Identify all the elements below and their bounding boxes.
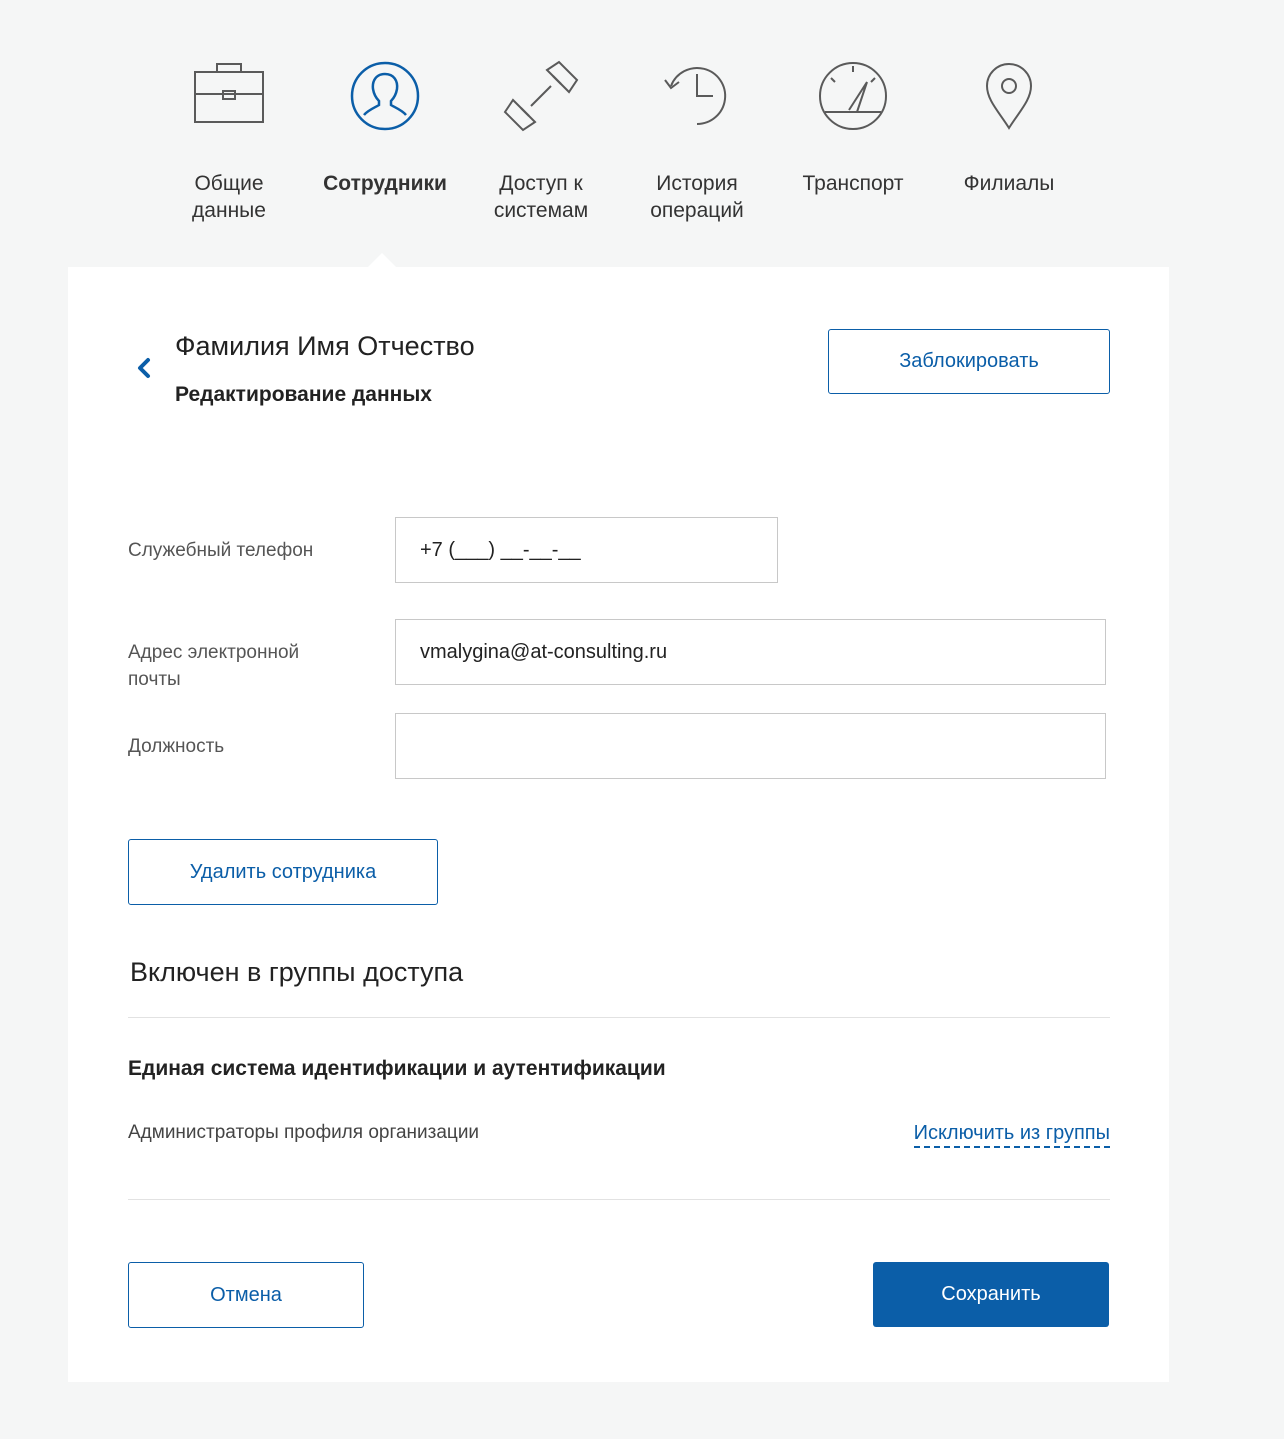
active-tab-pointer xyxy=(368,253,396,267)
exclude-from-group-link[interactable]: Исключить из группы xyxy=(913,1120,1110,1148)
group-role-name: Администраторы профиля организации xyxy=(128,1122,480,1143)
nav-item-label: Филиалы xyxy=(963,172,1055,195)
history-icon xyxy=(657,56,737,136)
speedometer-icon xyxy=(813,56,893,136)
nav-item-access[interactable]: Доступ к системам xyxy=(463,56,619,224)
nav-item-label: Сотрудники xyxy=(323,172,447,195)
nav-item-employees[interactable]: Сотрудники xyxy=(307,56,463,197)
nav-item-history[interactable]: История операций xyxy=(619,56,775,224)
delete-employee-button[interactable]: Удалить сотрудника xyxy=(128,839,438,905)
email-label: Адрес электронной почты xyxy=(128,642,300,690)
employee-card: Фамилия Имя Отчество Редактирование данн… xyxy=(68,253,1169,1382)
nav-item-label: История операций xyxy=(650,172,744,222)
briefcase-icon xyxy=(189,56,269,136)
nav-item-label: Общие данные xyxy=(192,172,266,222)
link-icon xyxy=(501,56,581,136)
save-button[interactable]: Сохранить xyxy=(873,1262,1109,1327)
page: Общие данные Сотрудники Доступ к система… xyxy=(10,0,1284,1439)
group-system-name: Единая система идентификации и аутентифи… xyxy=(128,1057,666,1080)
phone-label: Служебный телефон xyxy=(128,540,314,561)
phone-field[interactable] xyxy=(395,517,778,583)
divider xyxy=(128,1199,1110,1200)
position-label: Должность xyxy=(128,736,225,757)
nav-item-branches[interactable]: Филиалы xyxy=(931,56,1087,197)
section-nav: Общие данные Сотрудники Доступ к система… xyxy=(10,0,1284,268)
divider xyxy=(128,1017,1110,1018)
page-subtitle: Редактирование данных xyxy=(175,383,432,406)
block-button[interactable]: Заблокировать xyxy=(828,329,1110,394)
back-chevron-icon[interactable] xyxy=(132,355,156,381)
cancel-button[interactable]: Отмена xyxy=(128,1262,364,1328)
map-pin-icon xyxy=(969,56,1049,136)
email-field[interactable] xyxy=(395,619,1106,685)
groups-title: Включен в группы доступа xyxy=(130,957,464,987)
nav-item-transport[interactable]: Транспорт xyxy=(775,56,931,197)
employee-name: Фамилия Имя Отчество xyxy=(175,331,475,361)
nav-item-label: Доступ к системам xyxy=(493,172,589,222)
position-field[interactable] xyxy=(395,713,1106,779)
nav-item-general[interactable]: Общие данные xyxy=(151,56,307,224)
nav-item-label: Транспорт xyxy=(802,172,904,195)
user-circle-icon xyxy=(345,56,425,136)
